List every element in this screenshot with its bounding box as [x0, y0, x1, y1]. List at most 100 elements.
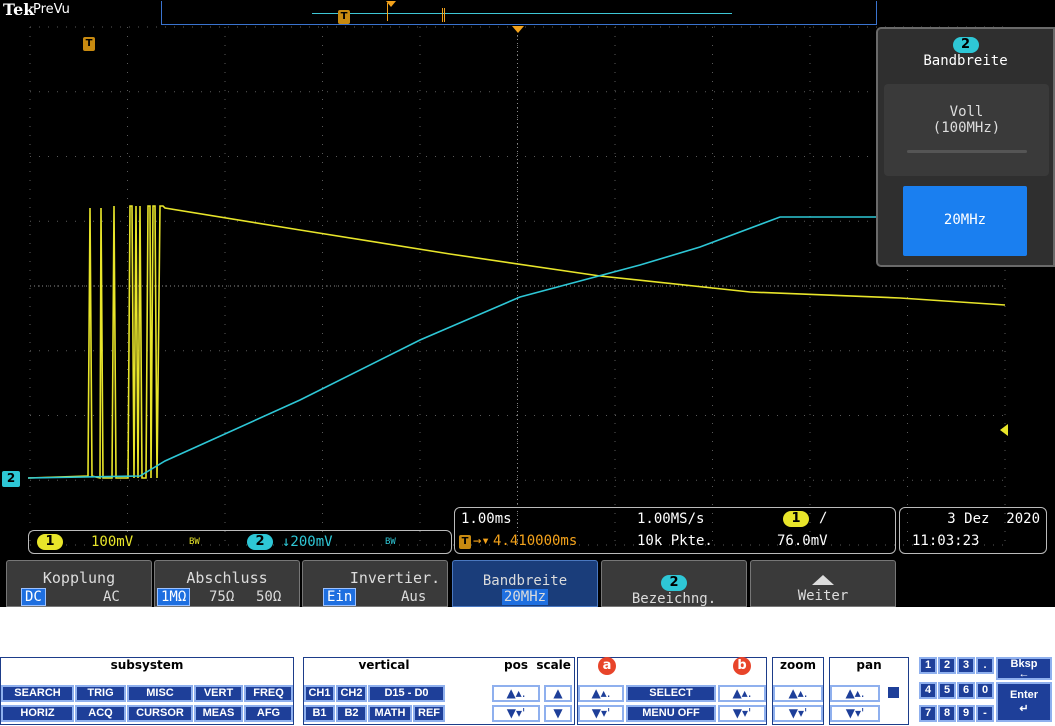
- delay-trigger-icon: T: [459, 535, 471, 549]
- tek-logo: Tek: [3, 0, 35, 19]
- knob-b-down-arrow-icon[interactable]: ▼▾': [718, 705, 766, 722]
- invert-off[interactable]: Aus: [401, 589, 426, 605]
- invert-on[interactable]: Ein: [323, 588, 357, 606]
- timebase-trigger-readout[interactable]: 1.00ms T →▾ 4.410000ms 1.00MS/s 10k Pkte…: [454, 507, 896, 554]
- zoom-title: zoom: [780, 658, 816, 672]
- label-ch2-chip: 2: [661, 575, 687, 591]
- key-3[interactable]: 3: [957, 657, 975, 674]
- key-0[interactable]: 0: [976, 682, 994, 699]
- option-full-label: Voll: [949, 104, 984, 120]
- softkey-termination[interactable]: Abschluss 1MΩ 75Ω 50Ω: [154, 560, 300, 607]
- pos-scale-label: pos scale: [504, 658, 571, 672]
- scale-up-arrow-icon[interactable]: ▲: [544, 685, 572, 702]
- invert-label: Invertier.: [349, 569, 441, 587]
- b1-button[interactable]: B1: [304, 705, 335, 722]
- digital-button[interactable]: D15 - D0: [368, 685, 445, 702]
- key-2[interactable]: 2: [938, 657, 956, 674]
- bandwidth-value: 20MHz: [501, 589, 549, 605]
- menu-off-button[interactable]: MENU OFF: [626, 705, 716, 722]
- option-full-sub: (100MHz): [932, 120, 1001, 136]
- zoom-in-arrow-icon[interactable]: ▲▴.: [773, 685, 823, 702]
- backspace-button[interactable]: Bksp ←: [996, 657, 1052, 680]
- record-overview-bar[interactable]: T: [161, 1, 877, 25]
- zoom-out-arrow-icon[interactable]: ▼▾': [773, 705, 823, 722]
- backspace-icon: ←: [1018, 668, 1030, 680]
- softkey-invert[interactable]: Invertier. Ein Aus: [302, 560, 448, 607]
- pan-left-arrow-icon[interactable]: ▼▾': [830, 705, 880, 722]
- enter-button[interactable]: Enter ↵: [996, 682, 1052, 722]
- side-menu-title: Bandbreite: [923, 53, 1008, 69]
- knob-a-down-arrow-icon[interactable]: ▼▾': [578, 705, 624, 722]
- acq-button[interactable]: ACQ: [75, 705, 126, 722]
- ref-button[interactable]: REF: [413, 705, 445, 722]
- pan-group: pan ▲▴. ▼▾': [829, 657, 909, 725]
- key-1[interactable]: 1: [919, 657, 937, 674]
- key-4[interactable]: 4: [919, 682, 937, 699]
- knob-b-up-arrow-icon[interactable]: ▲▴.: [718, 685, 766, 702]
- softkey-bandwidth[interactable]: Bandbreite 20MHz: [452, 560, 598, 607]
- record-length: 10k Pkte.: [637, 533, 713, 549]
- coupling-ac[interactable]: AC: [103, 589, 120, 605]
- multipurpose-group: a b ▲▴. ▼▾' SELECT MENU OFF ▲▴. ▼▾': [577, 657, 767, 725]
- key-8[interactable]: 8: [938, 705, 956, 722]
- freq-button[interactable]: FREQ: [244, 685, 293, 702]
- cursor-button[interactable]: CURSOR: [127, 705, 193, 722]
- ch1-button[interactable]: CH1: [304, 685, 335, 702]
- trig-button[interactable]: TRIG: [75, 685, 126, 702]
- key-5[interactable]: 5: [938, 682, 956, 699]
- meas-button[interactable]: MEAS: [194, 705, 243, 722]
- vert-button[interactable]: VERT: [194, 685, 243, 702]
- knob-b-badge: b: [733, 657, 751, 675]
- horiz-button[interactable]: HORIZ: [1, 705, 74, 722]
- b2-button[interactable]: B2: [336, 705, 367, 722]
- vertical-group: vertical pos scale CH1 CH2 D15 - D0 B1 B…: [303, 657, 575, 725]
- termination-75ohm[interactable]: 75Ω: [209, 589, 234, 605]
- softkey-coupling[interactable]: Kopplung DC AC: [6, 560, 152, 607]
- softkey-label[interactable]: 2 Bezeichng.: [601, 560, 747, 607]
- keypad-group: 1 2 3 . 4 5 6 0 7 8 9 - Bksp ← Enter ↵: [919, 657, 1053, 725]
- scale-down-arrow-icon[interactable]: ▼: [544, 705, 572, 722]
- sample-rate: 1.00MS/s: [637, 511, 705, 527]
- bandwidth-label: Bandbreite: [482, 573, 568, 589]
- bandwidth-side-menu: 2 Bandbreite Voll (100MHz) 20MHz: [876, 27, 1055, 267]
- stop-icon[interactable]: [888, 687, 899, 698]
- misc-button[interactable]: MISC: [127, 685, 193, 702]
- trigger-level: 76.0mV: [777, 533, 828, 549]
- ch2-button[interactable]: CH2: [336, 685, 367, 702]
- key-7[interactable]: 7: [919, 705, 937, 722]
- termination-1mohm[interactable]: 1MΩ: [157, 588, 191, 606]
- pan-right-arrow-icon[interactable]: ▲▴.: [830, 685, 880, 702]
- zoom-group: zoom ▲▴. ▼▾': [772, 657, 824, 725]
- afg-button[interactable]: AFG: [244, 705, 293, 722]
- ch1-chip: 1: [37, 534, 63, 550]
- termination-label: Abschluss: [186, 569, 268, 587]
- bandwidth-option-full[interactable]: Voll (100MHz): [884, 84, 1049, 176]
- ch2-ground-marker[interactable]: 2: [2, 471, 20, 487]
- key-dot[interactable]: .: [976, 657, 994, 674]
- search-button[interactable]: SEARCH: [1, 685, 74, 702]
- channel-readout[interactable]: 1 100mV BW 2 ↓200mV BW: [28, 530, 452, 554]
- knob-a-up-arrow-icon[interactable]: ▲▴.: [578, 685, 624, 702]
- bandwidth-option-20mhz[interactable]: 20MHz: [903, 186, 1027, 256]
- softkey-more[interactable]: Weiter: [750, 560, 896, 607]
- trigger-slope-icon: ∕: [819, 510, 828, 526]
- enter-label: Enter: [1009, 689, 1039, 701]
- acquisition-mode: PreVu: [33, 2, 70, 17]
- overview-view-marker: [386, 1, 396, 7]
- subsystem-title: subsystem: [110, 658, 184, 672]
- position-down-arrow-icon[interactable]: ▼▾': [492, 705, 540, 722]
- knob-a-badge: a: [598, 657, 616, 675]
- trigger-position-marker: [512, 26, 524, 33]
- ch2-chip: 2: [952, 37, 979, 53]
- termination-50ohm[interactable]: 50Ω: [256, 589, 281, 605]
- select-button[interactable]: SELECT: [626, 685, 716, 702]
- math-button[interactable]: MATH: [368, 705, 412, 722]
- coupling-dc[interactable]: DC: [21, 588, 46, 606]
- ch2-chip: 2: [247, 534, 273, 550]
- position-up-arrow-icon[interactable]: ▲▴.: [492, 685, 540, 702]
- key-6[interactable]: 6: [957, 682, 975, 699]
- trigger-t-icon: T: [83, 37, 95, 51]
- key-minus[interactable]: -: [976, 705, 994, 722]
- key-9[interactable]: 9: [957, 705, 975, 722]
- horizontal-delay: 4.410000ms: [493, 533, 578, 549]
